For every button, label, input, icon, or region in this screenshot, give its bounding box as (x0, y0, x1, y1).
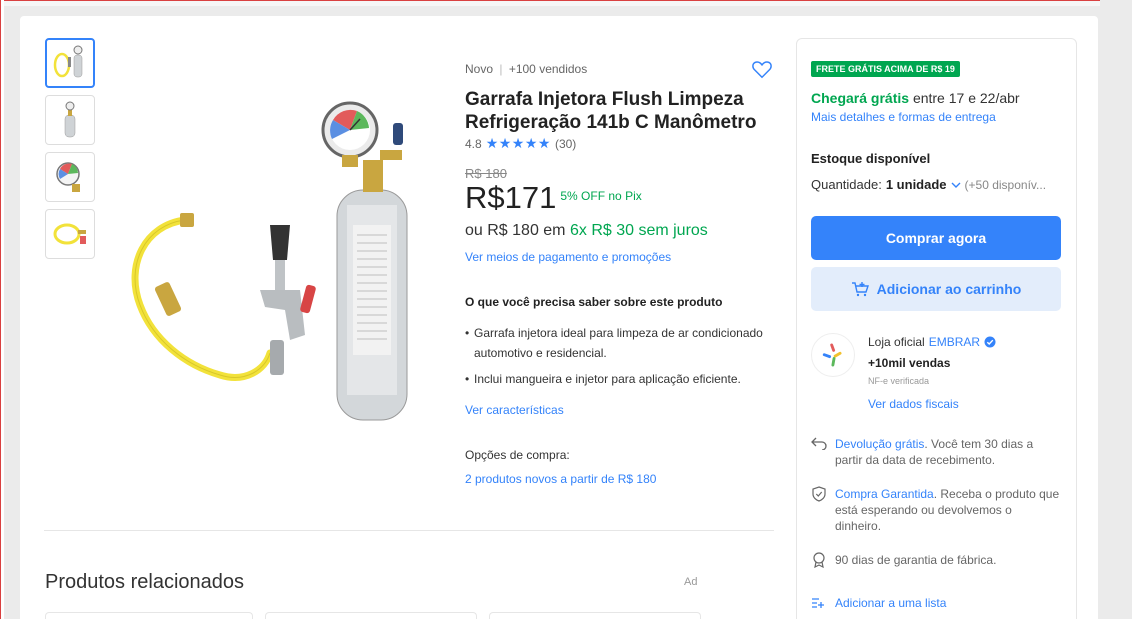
verified-badge-icon (984, 336, 996, 348)
return-arrow-icon (811, 437, 827, 450)
product-highlights-list: Garrafa injetora ideal para limpeza de a… (465, 323, 765, 395)
installments-value: 6x R$ 30 sem juros (569, 222, 708, 239)
stock-title: Estoque disponível (811, 151, 931, 166)
page-background-right (1100, 0, 1132, 619)
product-title: Garrafa Injetora Flush Limpeza Refrigera… (465, 89, 757, 133)
rating-count: (30) (554, 136, 577, 151)
quantity-value: 1 unidade (885, 177, 947, 192)
buy-options-title: Opções de compra: (465, 448, 570, 462)
award-ribbon-icon (813, 552, 825, 568)
highlight-item: Inclui mangueira e injetor para aplicaçã… (465, 369, 765, 389)
current-price: R$ 171 5% OFF no Pix (465, 180, 642, 216)
free-return-link[interactable]: Devolução grátis (835, 437, 924, 451)
related-product-card[interactable] (489, 612, 701, 619)
favorite-heart-icon[interactable] (751, 58, 773, 80)
delivery-details-link[interactable]: Mais detalhes e formas de entrega (811, 110, 996, 124)
thumbnail-kit-image (53, 45, 83, 78)
add-list-icon (812, 598, 824, 608)
price-currency: R$ (465, 180, 505, 215)
factory-warranty-text: 90 dias de garantia de fábrica. (835, 553, 997, 567)
fiscal-data-link[interactable]: Ver dados fiscais (868, 397, 959, 411)
installments-prefix: ou R$ 180 em (465, 222, 566, 239)
shield-check-icon (812, 486, 826, 502)
related-products-title: Produtos relacionados (45, 571, 245, 593)
cart-add-icon (851, 282, 869, 297)
quantity-selector[interactable]: Quantidade: 1 unidade (+50 disponív... (811, 177, 1046, 192)
payment-methods-link[interactable]: Ver meios de pagamento e promoções (465, 250, 671, 264)
related-product-card[interactable] (265, 612, 477, 619)
store-logo[interactable] (811, 333, 855, 377)
chevron-down-icon (951, 182, 961, 188)
related-product-card[interactable] (45, 612, 253, 619)
purchase-guarantee-info: Compra Garantida. Receba o produto que e… (811, 486, 1061, 534)
shipping-estimate: Chegará grátis entre 17 e 22/abr (811, 90, 1020, 106)
rating-stars-icon: ★★★★★ (485, 135, 551, 151)
free-return-info: Devolução grátis. Você tem 30 dias a par… (811, 436, 1061, 468)
sold-count: +100 vendidos (508, 62, 588, 76)
pix-discount: 5% OFF no Pix (560, 189, 642, 203)
thumbnail-bottle-image (64, 101, 76, 138)
main-product-image (131, 101, 408, 421)
rating-value: 4.8 (465, 136, 482, 151)
product-highlights-title: O que você precisa saber sobre este prod… (465, 295, 723, 309)
quantity-label: Quantidade: (811, 177, 882, 192)
add-to-list[interactable]: Adicionar a uma lista (811, 596, 946, 610)
browser-top-edge (0, 0, 1132, 6)
official-store: Loja oficial EMBRAR (868, 335, 996, 349)
factory-warranty-info: 90 dias de garantia de fábrica. (811, 552, 1061, 568)
section-divider (44, 530, 774, 531)
official-store-label: Loja oficial (868, 335, 925, 349)
highlight-item: Garrafa injetora ideal para limpeza de a… (465, 323, 765, 363)
see-characteristics-link[interactable]: Ver características (465, 403, 564, 417)
product-meta: Novo | +100 vendidos (465, 62, 587, 76)
browser-left-edge (0, 0, 4, 619)
thumbnail-hose-image (53, 223, 86, 245)
purchase-guarantee-link[interactable]: Compra Garantida (835, 487, 934, 501)
add-to-list-link[interactable]: Adicionar a uma lista (835, 596, 946, 610)
buy-options-link[interactable]: 2 produtos novos a partir de R$ 180 (465, 472, 656, 486)
price-value: 171 (504, 180, 557, 215)
old-price: R$ 180 (465, 166, 507, 181)
rating-summary[interactable]: 4.8 ★★★★★ (30) (465, 135, 576, 152)
ad-label: Ad (684, 576, 698, 588)
delivery-dates: entre 17 e 22/abr (912, 90, 1020, 106)
invoice-verified: NF-e verificada (868, 376, 930, 386)
condition-label: Novo (465, 62, 494, 76)
thumbnail-complete-kit[interactable] (45, 38, 95, 88)
free-shipping-badge: FRETE GRÁTIS ACIMA DE R$ 19 (811, 61, 960, 77)
free-shipping-text: Chegará grátis (811, 90, 910, 106)
buy-now-button[interactable]: Comprar agora (811, 216, 1061, 260)
thumbnail-gauge-image (56, 162, 80, 192)
installments: ou R$ 180 em 6x R$ 30 sem juros (465, 222, 708, 240)
store-name-link[interactable]: EMBRAR (929, 335, 980, 349)
quantity-available: (+50 disponív... (964, 177, 1047, 192)
add-to-cart-label: Adicionar ao carrinho (876, 281, 1022, 297)
thumbnail-gauge[interactable] (45, 152, 95, 202)
thumbnail-hose[interactable] (45, 209, 95, 259)
thumbnail-bottle[interactable] (45, 95, 95, 145)
add-to-cart-button[interactable]: Adicionar ao carrinho (811, 267, 1061, 311)
store-sales: +10mil vendas (868, 356, 951, 370)
meta-separator: | (499, 62, 503, 76)
